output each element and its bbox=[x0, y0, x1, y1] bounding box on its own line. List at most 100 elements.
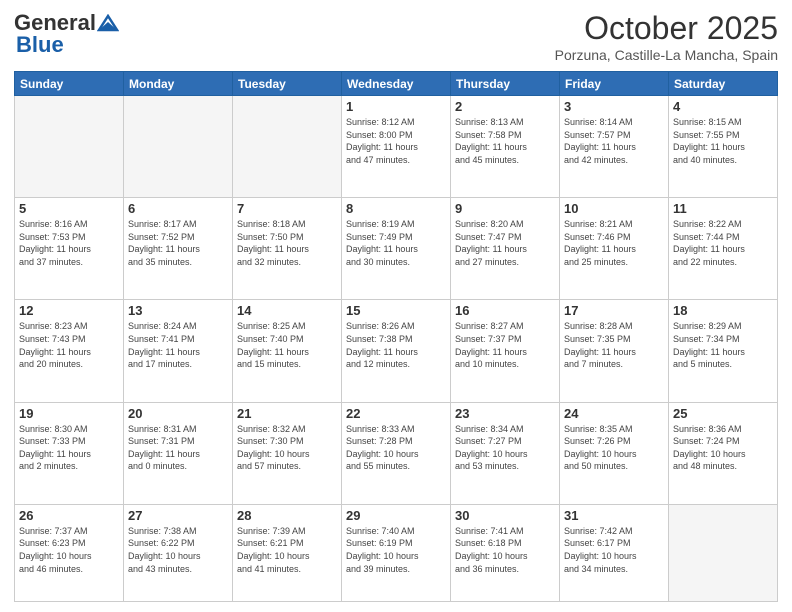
day-number: 6 bbox=[128, 201, 228, 216]
calendar-cell: 20 Sunrise: 8:31 AM Sunset: 7:31 PM Dayli… bbox=[124, 402, 233, 504]
day-info: Sunrise: 7:37 AM Sunset: 6:23 PM Dayligh… bbox=[19, 525, 119, 575]
calendar-cell: 28 Sunrise: 7:39 AM Sunset: 6:21 PM Dayli… bbox=[233, 504, 342, 601]
day-number: 13 bbox=[128, 303, 228, 318]
day-info: Sunrise: 8:16 AM Sunset: 7:53 PM Dayligh… bbox=[19, 218, 119, 268]
day-info: Sunrise: 7:40 AM Sunset: 6:19 PM Dayligh… bbox=[346, 525, 446, 575]
header-saturday: Saturday bbox=[669, 72, 778, 96]
day-number: 5 bbox=[19, 201, 119, 216]
calendar-cell bbox=[669, 504, 778, 601]
day-info: Sunrise: 7:38 AM Sunset: 6:22 PM Dayligh… bbox=[128, 525, 228, 575]
day-info: Sunrise: 8:15 AM Sunset: 7:55 PM Dayligh… bbox=[673, 116, 773, 166]
day-number: 15 bbox=[346, 303, 446, 318]
day-number: 18 bbox=[673, 303, 773, 318]
day-info: Sunrise: 8:13 AM Sunset: 7:58 PM Dayligh… bbox=[455, 116, 555, 166]
header: General Blue October 2025 Porzuna, Casti… bbox=[14, 10, 778, 63]
day-info: Sunrise: 7:39 AM Sunset: 6:21 PM Dayligh… bbox=[237, 525, 337, 575]
day-info: Sunrise: 7:41 AM Sunset: 6:18 PM Dayligh… bbox=[455, 525, 555, 575]
calendar-cell: 18 Sunrise: 8:29 AM Sunset: 7:34 PM Dayli… bbox=[669, 300, 778, 402]
day-info: Sunrise: 8:32 AM Sunset: 7:30 PM Dayligh… bbox=[237, 423, 337, 473]
day-info: Sunrise: 8:25 AM Sunset: 7:40 PM Dayligh… bbox=[237, 320, 337, 370]
day-info: Sunrise: 8:29 AM Sunset: 7:34 PM Dayligh… bbox=[673, 320, 773, 370]
calendar-cell: 26 Sunrise: 7:37 AM Sunset: 6:23 PM Dayli… bbox=[15, 504, 124, 601]
day-number: 4 bbox=[673, 99, 773, 114]
day-info: Sunrise: 8:26 AM Sunset: 7:38 PM Dayligh… bbox=[346, 320, 446, 370]
day-number: 11 bbox=[673, 201, 773, 216]
calendar-cell: 11 Sunrise: 8:22 AM Sunset: 7:44 PM Dayli… bbox=[669, 198, 778, 300]
day-number: 8 bbox=[346, 201, 446, 216]
calendar-cell: 6 Sunrise: 8:17 AM Sunset: 7:52 PM Daylig… bbox=[124, 198, 233, 300]
day-info: Sunrise: 8:36 AM Sunset: 7:24 PM Dayligh… bbox=[673, 423, 773, 473]
day-info: Sunrise: 8:20 AM Sunset: 7:47 PM Dayligh… bbox=[455, 218, 555, 268]
title-block: October 2025 Porzuna, Castille-La Mancha… bbox=[555, 10, 778, 63]
header-wednesday: Wednesday bbox=[342, 72, 451, 96]
calendar-cell: 16 Sunrise: 8:27 AM Sunset: 7:37 PM Dayli… bbox=[451, 300, 560, 402]
day-number: 24 bbox=[564, 406, 664, 421]
day-info: Sunrise: 8:35 AM Sunset: 7:26 PM Dayligh… bbox=[564, 423, 664, 473]
calendar-cell: 22Sunrise: 8:33 AM Sunset: 7:28 PM Dayli… bbox=[342, 402, 451, 504]
day-number: 25 bbox=[673, 406, 773, 421]
calendar-cell: 23 Sunrise: 8:34 AM Sunset: 7:27 PM Dayli… bbox=[451, 402, 560, 504]
location: Porzuna, Castille-La Mancha, Spain bbox=[555, 47, 778, 63]
calendar-cell: 14 Sunrise: 8:25 AM Sunset: 7:40 PM Dayli… bbox=[233, 300, 342, 402]
header-tuesday: Tuesday bbox=[233, 72, 342, 96]
day-number: 22 bbox=[346, 406, 446, 421]
calendar-cell: 4 Sunrise: 8:15 AM Sunset: 7:55 PM Daylig… bbox=[669, 96, 778, 198]
calendar-cell: 15 Sunrise: 8:26 AM Sunset: 7:38 PM Dayli… bbox=[342, 300, 451, 402]
calendar-cell bbox=[233, 96, 342, 198]
day-number: 16 bbox=[455, 303, 555, 318]
page: General Blue October 2025 Porzuna, Casti… bbox=[0, 0, 792, 612]
day-number: 12 bbox=[19, 303, 119, 318]
day-number: 19 bbox=[19, 406, 119, 421]
calendar-cell: 17 Sunrise: 8:28 AM Sunset: 7:35 PM Dayli… bbox=[560, 300, 669, 402]
header-monday: Monday bbox=[124, 72, 233, 96]
day-info: Sunrise: 8:34 AM Sunset: 7:27 PM Dayligh… bbox=[455, 423, 555, 473]
day-number: 20 bbox=[128, 406, 228, 421]
day-info: Sunrise: 8:19 AM Sunset: 7:49 PM Dayligh… bbox=[346, 218, 446, 268]
day-number: 1 bbox=[346, 99, 446, 114]
calendar-cell: 13 Sunrise: 8:24 AM Sunset: 7:41 PM Dayli… bbox=[124, 300, 233, 402]
calendar-body: 1 Sunrise: 8:12 AM Sunset: 8:00 PM Daylig… bbox=[15, 96, 778, 602]
day-number: 9 bbox=[455, 201, 555, 216]
calendar-cell: 24 Sunrise: 8:35 AM Sunset: 7:26 PM Dayli… bbox=[560, 402, 669, 504]
calendar-cell: 25 Sunrise: 8:36 AM Sunset: 7:24 PM Dayli… bbox=[669, 402, 778, 504]
day-number: 28 bbox=[237, 508, 337, 523]
calendar-cell: 21 Sunrise: 8:32 AM Sunset: 7:30 PM Dayli… bbox=[233, 402, 342, 504]
calendar-cell: 2 Sunrise: 8:13 AM Sunset: 7:58 PM Daylig… bbox=[451, 96, 560, 198]
day-info: Sunrise: 8:14 AM Sunset: 7:57 PM Dayligh… bbox=[564, 116, 664, 166]
day-info: Sunrise: 8:18 AM Sunset: 7:50 PM Dayligh… bbox=[237, 218, 337, 268]
calendar-cell: 27Sunrise: 7:38 AM Sunset: 6:22 PM Dayli… bbox=[124, 504, 233, 601]
day-info: Sunrise: 8:23 AM Sunset: 7:43 PM Dayligh… bbox=[19, 320, 119, 370]
calendar-cell: 8 Sunrise: 8:19 AM Sunset: 7:49 PM Daylig… bbox=[342, 198, 451, 300]
day-info: Sunrise: 8:17 AM Sunset: 7:52 PM Dayligh… bbox=[128, 218, 228, 268]
day-number: 23 bbox=[455, 406, 555, 421]
calendar-cell bbox=[124, 96, 233, 198]
header-friday: Friday bbox=[560, 72, 669, 96]
logo: General Blue bbox=[14, 10, 119, 58]
day-number: 29 bbox=[346, 508, 446, 523]
day-info: Sunrise: 8:30 AM Sunset: 7:33 PM Dayligh… bbox=[19, 423, 119, 473]
day-info: Sunrise: 8:12 AM Sunset: 8:00 PM Dayligh… bbox=[346, 116, 446, 166]
day-number: 26 bbox=[19, 508, 119, 523]
day-info: Sunrise: 8:22 AM Sunset: 7:44 PM Dayligh… bbox=[673, 218, 773, 268]
calendar-cell: 1 Sunrise: 8:12 AM Sunset: 8:00 PM Daylig… bbox=[342, 96, 451, 198]
day-info: Sunrise: 8:27 AM Sunset: 7:37 PM Dayligh… bbox=[455, 320, 555, 370]
day-info: Sunrise: 8:31 AM Sunset: 7:31 PM Dayligh… bbox=[128, 423, 228, 473]
day-info: Sunrise: 7:42 AM Sunset: 6:17 PM Dayligh… bbox=[564, 525, 664, 575]
day-info: Sunrise: 8:21 AM Sunset: 7:46 PM Dayligh… bbox=[564, 218, 664, 268]
weekday-header-row: Sunday Monday Tuesday Wednesday Thursday… bbox=[15, 72, 778, 96]
logo-triangle-icon bbox=[97, 14, 119, 32]
day-number: 21 bbox=[237, 406, 337, 421]
calendar-table: Sunday Monday Tuesday Wednesday Thursday… bbox=[14, 71, 778, 602]
header-sunday: Sunday bbox=[15, 72, 124, 96]
day-number: 10 bbox=[564, 201, 664, 216]
calendar-cell: 30Sunrise: 7:41 AM Sunset: 6:18 PM Dayli… bbox=[451, 504, 560, 601]
calendar-cell: 3Sunrise: 8:14 AM Sunset: 7:57 PM Daylig… bbox=[560, 96, 669, 198]
day-number: 17 bbox=[564, 303, 664, 318]
day-info: Sunrise: 8:28 AM Sunset: 7:35 PM Dayligh… bbox=[564, 320, 664, 370]
day-number: 14 bbox=[237, 303, 337, 318]
day-number: 2 bbox=[455, 99, 555, 114]
calendar-cell: 29 Sunrise: 7:40 AM Sunset: 6:19 PM Dayli… bbox=[342, 504, 451, 601]
day-info: Sunrise: 8:24 AM Sunset: 7:41 PM Dayligh… bbox=[128, 320, 228, 370]
calendar-cell: 9 Sunrise: 8:20 AM Sunset: 7:47 PM Daylig… bbox=[451, 198, 560, 300]
calendar-cell: 10 Sunrise: 8:21 AM Sunset: 7:46 PM Dayli… bbox=[560, 198, 669, 300]
